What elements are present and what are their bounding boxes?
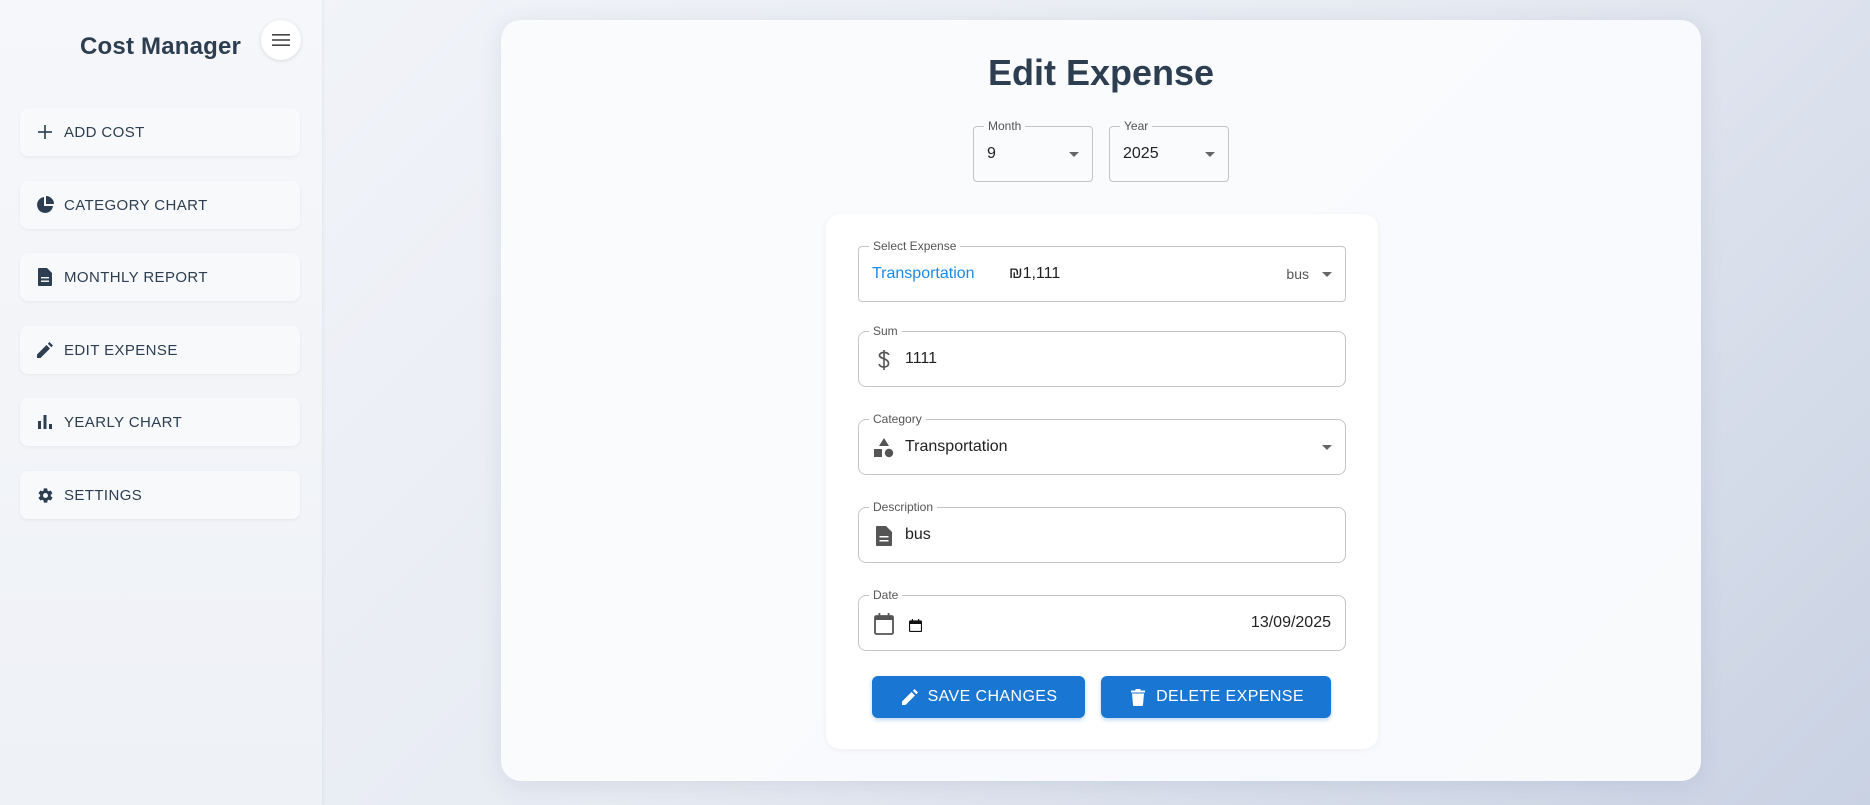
date-value[interactable]: 13/09/2025 — [1251, 614, 1331, 632]
save-changes-label: SAVE CHANGES — [927, 688, 1058, 705]
hamburger-icon — [272, 34, 290, 46]
menu-toggle-button[interactable] — [261, 20, 301, 60]
description-label: Description — [869, 500, 938, 514]
delete-expense-button[interactable]: DELETE EXPENSE — [1101, 676, 1331, 718]
sidebar: Cost Manager ADD COST CATEGORY CHART MON… — [0, 0, 322, 805]
sidebar-item-yearly-chart[interactable]: YEARLY CHART — [20, 398, 300, 446]
sum-input[interactable]: 1111 — [905, 350, 937, 368]
category-value: Transportation — [905, 438, 1008, 455]
chevron-down-icon — [1322, 445, 1332, 450]
date-label: Date — [869, 588, 903, 602]
sidebar-item-label: YEARLY CHART — [64, 413, 183, 431]
app-title: Cost Manager — [80, 33, 242, 60]
save-changes-button[interactable]: SAVE CHANGES — [872, 676, 1085, 718]
description-field[interactable]: Description bus — [858, 500, 1346, 563]
sidebar-item-monthly-report[interactable]: MONTHLY REPORT — [20, 253, 300, 301]
sidebar-item-label: CATEGORY CHART — [64, 196, 208, 214]
selected-expense-description: bus — [1286, 266, 1309, 282]
category-label: Category — [869, 412, 926, 426]
page-title: Edit Expense — [987, 52, 1215, 93]
sidebar-item-label: ADD COST — [64, 123, 145, 141]
sum-label: Sum — [869, 324, 902, 338]
sum-field[interactable]: Sum 1111 — [858, 324, 1346, 387]
chevron-down-icon — [1205, 152, 1215, 157]
pencil-icon — [36, 341, 54, 359]
select-expense-dropdown[interactable]: Select Expense Transportation ₪1,111 bus — [858, 239, 1346, 302]
sidebar-item-label: EDIT EXPENSE — [64, 341, 178, 359]
sidebar-item-label: SETTINGS — [64, 486, 143, 504]
sidebar-item-label: MONTHLY REPORT — [64, 268, 208, 286]
document-icon — [873, 525, 895, 547]
month-select[interactable]: Month 9 — [973, 119, 1093, 182]
chevron-down-icon — [1069, 152, 1079, 157]
month-value: 9 — [987, 145, 996, 162]
shapes-icon — [873, 437, 895, 459]
category-select[interactable]: Category Transportation — [858, 412, 1346, 475]
month-label: Month — [984, 119, 1026, 133]
delete-expense-label: DELETE EXPENSE — [1156, 688, 1304, 705]
sidebar-item-settings[interactable]: SETTINGS — [20, 471, 300, 519]
chevron-down-icon — [1322, 272, 1332, 277]
date-picker-icon[interactable] — [907, 617, 923, 633]
pencil-icon — [900, 687, 920, 707]
year-label: Year — [1120, 119, 1153, 133]
date-field[interactable]: Date 13/09/2025 — [858, 588, 1346, 651]
pie-chart-icon — [36, 196, 54, 214]
expense-form: Select Expense Transportation ₪1,111 bus… — [826, 214, 1378, 749]
dollar-icon — [873, 349, 895, 371]
edit-expense-card: Edit Expense Month 9 Year 2025 Select Ex… — [501, 20, 1701, 781]
plus-icon — [36, 123, 54, 141]
year-select[interactable]: Year 2025 — [1109, 119, 1229, 182]
selected-expense-amount: ₪1,111 — [1009, 265, 1061, 282]
calendar-icon — [873, 613, 895, 635]
sidebar-item-category-chart[interactable]: CATEGORY CHART — [20, 181, 300, 229]
sidebar-item-edit-expense[interactable]: EDIT EXPENSE — [20, 326, 300, 374]
description-input[interactable]: bus — [905, 526, 931, 544]
select-expense-label: Select Expense — [869, 239, 961, 253]
sidebar-item-add-cost[interactable]: ADD COST — [20, 108, 300, 156]
trash-icon — [1128, 687, 1148, 707]
year-value: 2025 — [1123, 145, 1159, 162]
document-icon — [36, 268, 54, 286]
selected-expense-category: Transportation — [872, 265, 975, 282]
bar-chart-icon — [36, 413, 54, 431]
gear-icon — [36, 486, 54, 504]
